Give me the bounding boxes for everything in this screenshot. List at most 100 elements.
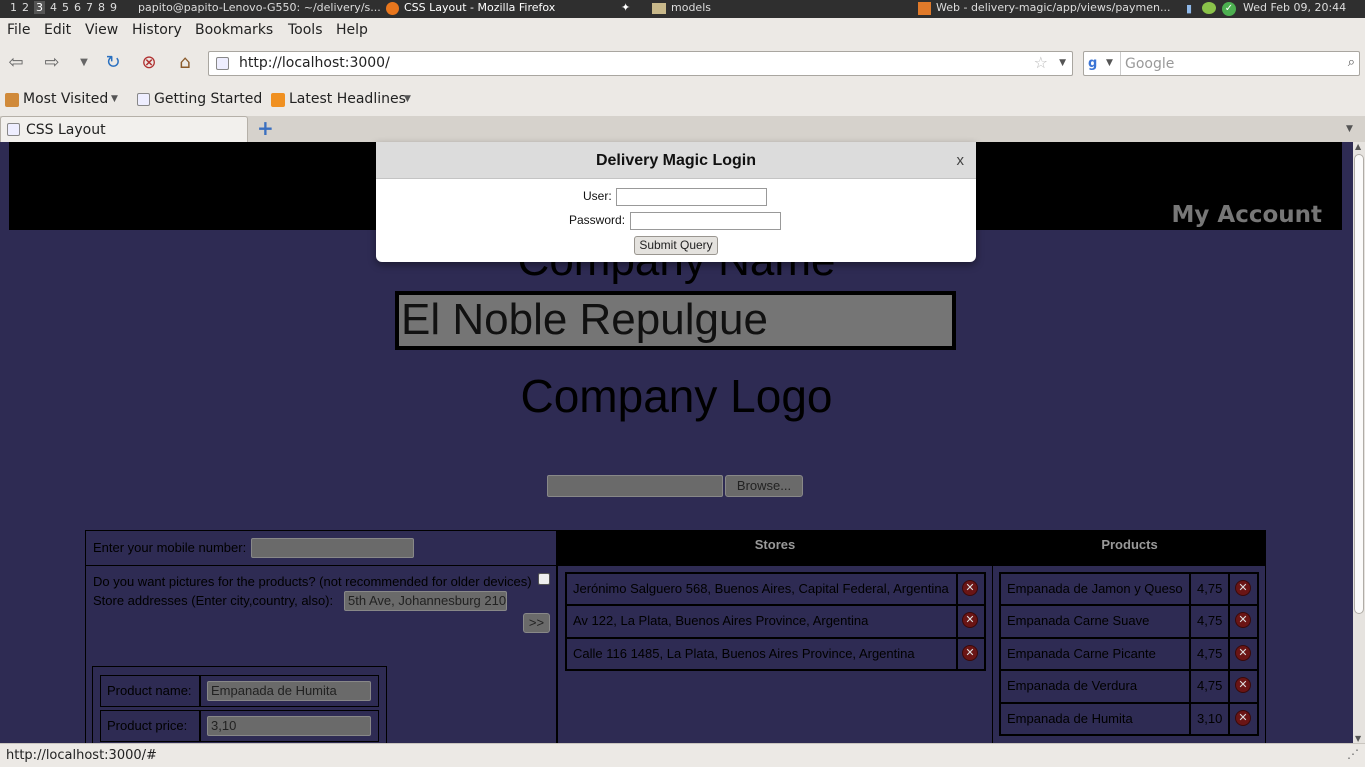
product-row-price: 4,75 (1190, 573, 1229, 605)
menu-file[interactable]: File (7, 22, 30, 38)
tab-list-icon[interactable]: ▼ (1346, 124, 1353, 134)
store-row: Calle 116 1485, La Plata, Buenos Aires P… (566, 638, 957, 670)
product-row-price: 4,75 (1190, 605, 1229, 638)
workspace-3[interactable]: 3 (34, 1, 45, 14)
web-editor-icon (918, 2, 931, 15)
home-icon[interactable]: ⌂ (173, 52, 197, 74)
add-store-button[interactable]: >> (523, 613, 550, 633)
google-engine-icon[interactable]: g (1088, 56, 1104, 72)
workspace-7[interactable]: 7 (86, 1, 93, 14)
clock[interactable]: Wed Feb 09, 20:44 (1243, 1, 1346, 14)
store-row: Jerónimo Salguero 568, Buenos Aires, Cap… (566, 573, 957, 605)
status-bar: http://localhost:3000/# ⋰ (0, 743, 1365, 767)
bookmark-star-icon[interactable]: ☆ (1034, 53, 1048, 72)
navigation-toolbar: ⇦ ⇨ ▼ ↻ ⊗ ⌂ http://localhost:3000/ ☆ ▼ g… (0, 44, 1365, 82)
menu-edit[interactable]: Edit (44, 22, 71, 38)
search-placeholder[interactable]: Google (1125, 56, 1174, 72)
history-dropdown-icon[interactable]: ▼ (72, 52, 96, 74)
product-name-input[interactable]: Empanada de Humita (207, 681, 371, 701)
taskbar-web[interactable]: Web - delivery-magic/app/views/paymen... (936, 1, 1171, 14)
page-scrollbar[interactable]: ▲ ▼ (1353, 142, 1365, 743)
chat-icon[interactable] (1202, 2, 1216, 14)
reload-icon[interactable]: ↻ (101, 52, 125, 74)
search-icon[interactable]: ⌕ (1348, 55, 1355, 70)
store-address-input[interactable]: 5th Ave, Johannesburg 210 (344, 591, 507, 611)
stores-header: Stores (557, 530, 993, 566)
url-text[interactable]: http://localhost:3000/ (239, 55, 390, 71)
chevron-down-icon[interactable]: ▼ (111, 94, 118, 104)
delete-product-icon[interactable]: ✕ (1235, 710, 1251, 726)
products-column-border (1265, 566, 1266, 743)
forward-icon[interactable]: ⇨ (40, 52, 64, 74)
product-price-input[interactable]: 3,10 (207, 716, 371, 736)
menu-bookmarks[interactable]: Bookmarks (195, 22, 273, 38)
folder-icon (652, 3, 666, 14)
password-input[interactable] (630, 212, 781, 230)
workspace-8[interactable]: 8 (98, 1, 105, 14)
submit-button[interactable]: Submit Query (634, 236, 718, 255)
resize-grip-icon[interactable]: ⋰ (1347, 747, 1359, 761)
company-logo-label: Company Logo (520, 370, 833, 422)
browse-button[interactable]: Browse... (725, 475, 803, 497)
bookmark-getting-started[interactable]: Getting Started (154, 91, 262, 107)
tab-css-layout[interactable]: CSS Layout (0, 116, 248, 142)
workspace-9[interactable]: 9 (110, 1, 117, 14)
menu-history[interactable]: History (132, 22, 182, 38)
mobile-number-input[interactable] (251, 538, 414, 558)
product-row-name: Empanada de Verdura (1000, 670, 1190, 703)
delete-store-icon[interactable]: ✕ (962, 580, 978, 596)
bookmark-most-visited[interactable]: Most Visited (23, 91, 108, 107)
url-dropdown-icon[interactable]: ▼ (1059, 58, 1066, 68)
workspace-4[interactable]: 4 (50, 1, 57, 14)
pictures-question: Do you want pictures for the products? (… (93, 574, 532, 589)
scroll-down-icon[interactable]: ▼ (1355, 734, 1361, 743)
logo-file-input[interactable] (547, 475, 723, 497)
dialog-title: Delivery Magic Login (376, 142, 976, 179)
new-tab-icon[interactable]: + (257, 116, 274, 140)
my-account-link[interactable]: My Account (1172, 202, 1323, 228)
scrollbar-thumb[interactable] (1354, 154, 1364, 614)
menu-tools[interactable]: Tools (288, 22, 323, 38)
product-row-price: 4,75 (1190, 638, 1229, 670)
menu-help[interactable]: Help (336, 22, 368, 38)
close-icon[interactable]: x (957, 152, 965, 169)
page-icon (137, 93, 150, 106)
delete-product-icon[interactable]: ✕ (1235, 677, 1251, 693)
taskbar-terminal[interactable]: papito@papito-Lenovo-G550: ~/delivery/s.… (138, 1, 381, 14)
workspace-5[interactable]: 5 (62, 1, 69, 14)
menu-view[interactable]: View (85, 22, 118, 38)
network-icon[interactable]: ▮ (1186, 2, 1192, 15)
delete-store-icon[interactable]: ✕ (962, 612, 978, 628)
scroll-up-icon[interactable]: ▲ (1355, 142, 1361, 151)
site-identity-icon[interactable] (216, 57, 229, 70)
most-visited-icon (5, 93, 19, 107)
workspace-2[interactable]: 2 (22, 1, 29, 14)
pictures-checkbox[interactable] (538, 573, 550, 585)
delete-store-icon[interactable]: ✕ (962, 645, 978, 661)
tab-label[interactable]: CSS Layout (26, 122, 106, 138)
workspace-1[interactable]: 1 (10, 1, 17, 14)
search-bar[interactable]: g ▼ Google ⌕ (1083, 51, 1360, 76)
product-price-label: Product price: (100, 710, 200, 742)
delete-product-icon[interactable]: ✕ (1235, 645, 1251, 661)
store-addresses-label: Store addresses (Enter city,country, als… (93, 593, 334, 608)
password-label: Password: (569, 213, 626, 227)
user-input[interactable] (616, 188, 767, 206)
url-bar[interactable]: http://localhost:3000/ ☆ ▼ (208, 51, 1073, 76)
status-ok-icon[interactable]: ✓ (1222, 2, 1236, 16)
back-icon[interactable]: ⇦ (4, 52, 28, 74)
workspace-6[interactable]: 6 (74, 1, 81, 14)
firefox-icon (386, 2, 399, 15)
taskbar-firefox[interactable]: CSS Layout - Mozilla Firefox (404, 1, 555, 14)
bookmark-latest-headlines[interactable]: Latest Headlines (289, 91, 406, 107)
delete-product-icon[interactable]: ✕ (1235, 580, 1251, 596)
stop-icon[interactable]: ⊗ (137, 52, 161, 74)
delete-product-icon[interactable]: ✕ (1235, 612, 1251, 628)
engine-dropdown-icon[interactable]: ▼ (1106, 58, 1113, 68)
bookmarks-toolbar: Most Visited ▼ Getting Started Latest He… (0, 82, 1365, 116)
chevron-down-icon[interactable]: ▼ (404, 94, 411, 104)
company-name-input[interactable]: El Noble Repulgue (395, 291, 956, 350)
workspace-switcher[interactable]: 1 2 3 4 5 6 7 8 9 (10, 1, 117, 14)
product-row-price: 4,75 (1190, 670, 1229, 703)
taskbar-folder[interactable]: models (671, 1, 711, 14)
